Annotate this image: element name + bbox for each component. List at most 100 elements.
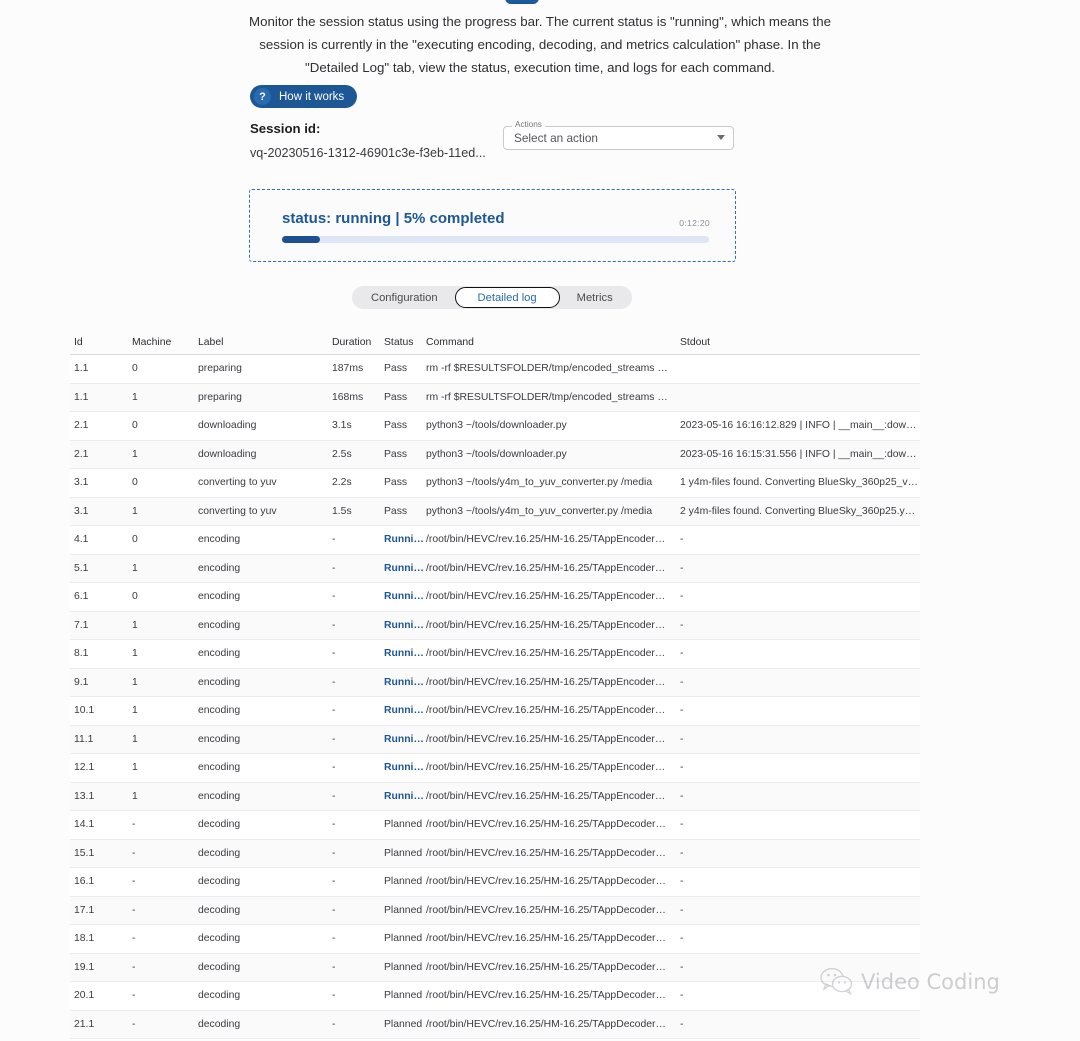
session-id-value: vq-20230516-1312-46901c3e-f3eb-11ed...: [250, 146, 486, 160]
cell-machine: 1: [132, 391, 138, 403]
cell-id: 20.1: [74, 990, 95, 1002]
table-row[interactable]: 6.1 0 encoding - Running/root/bin/HEVC/rev.1…: [70, 583, 920, 612]
cell-machine: 0: [132, 591, 138, 603]
table-row[interactable]: 2.1 0 downloading 3.1s Pass python3 ~/tools/d…: [70, 412, 920, 441]
cell-stdout: -: [680, 1018, 684, 1030]
cell-machine: -: [132, 961, 136, 973]
cell-command: /root/bin/HEVC/rev.16.25/HM-16.25/TAppEn…: [426, 648, 680, 660]
table-row[interactable]: 8.1 1 encoding - Running/root/bin/HEVC/rev.1…: [70, 640, 920, 669]
cell-command: /root/bin/HEVC/rev.16.25/HM-16.25/TAppEn…: [426, 619, 680, 631]
table-row[interactable]: 1.1 1 preparing 168ms Pass rm -rf $RESULTSFOL…: [70, 383, 920, 412]
cell-status: Planned: [384, 961, 423, 973]
actions-selected-value: Select an action: [514, 131, 598, 145]
cell-status: Planned: [384, 847, 423, 859]
cell-label: encoding: [198, 790, 241, 802]
table-row[interactable]: 17.1 - decoding - Planned/root/bin/HEVC/rev.…: [70, 896, 920, 925]
table-row[interactable]: 10.1 1 encoding - Running/root/bin/HEVC/rev.…: [70, 697, 920, 726]
actions-select[interactable]: Actions Select an action: [503, 120, 734, 150]
progress-bar-track: [282, 236, 709, 243]
table-row[interactable]: 9.1 1 encoding - Running/root/bin/HEVC/rev.1…: [70, 668, 920, 697]
table-row[interactable]: 13.1 1 encoding - Running/root/bin/HEVC/rev.…: [70, 782, 920, 811]
cell-label: decoding: [198, 876, 241, 888]
cell-id: 19.1: [74, 961, 95, 973]
table-row[interactable]: 14.1 - decoding - Planned/root/bin/HEVC/rev.…: [70, 811, 920, 840]
intro-paragraph: Monitor the session status using the pro…: [249, 14, 831, 75]
cell-machine: -: [132, 847, 136, 859]
cell-machine: 1: [132, 505, 138, 517]
cell-command: rm -rf $RESULTSFOLDER/tmp/encoded_stream…: [426, 391, 680, 403]
cell-id: 5.1: [74, 562, 89, 574]
table-row[interactable]: 3.1 1 converting to yuv 1.5s Pass python3 ~/t…: [70, 497, 920, 526]
cell-duration: -: [332, 876, 336, 888]
how-it-works-label: How it works: [279, 90, 345, 103]
cell-label: encoding: [198, 762, 241, 774]
cell-duration: 2.2s: [332, 477, 352, 489]
table-body: 1.1 0 preparing 187ms Pass rm -rf $RESULTSFOL…: [70, 355, 920, 1039]
cell-label: decoding: [198, 1018, 241, 1030]
cell-stdout: -: [680, 676, 684, 688]
cell-id: 6.1: [74, 591, 89, 603]
cell-duration: -: [332, 1018, 336, 1030]
how-it-works-button[interactable]: ? How it works: [250, 85, 358, 108]
table-row[interactable]: 1.1 0 preparing 187ms Pass rm -rf $RESULTSFOL…: [70, 355, 920, 384]
cell-duration: 168ms: [332, 391, 364, 403]
table-row[interactable]: 5.1 1 encoding - Running/root/bin/HEVC/rev.1…: [70, 554, 920, 583]
cell-command: rm -rf $RESULTSFOLDER/tmp/encoded_stream…: [426, 363, 680, 375]
cell-command: /root/bin/HEVC/rev.16.25/HM-16.25/TAppDe…: [426, 933, 680, 945]
cell-machine: 0: [132, 363, 138, 375]
cell-stdout: -: [680, 648, 684, 660]
table-row[interactable]: 15.1 - decoding - Planned/root/bin/HEVC/rev.…: [70, 839, 920, 868]
cell-label: downloading: [198, 448, 257, 460]
cell-duration: -: [332, 676, 336, 688]
cell-machine: -: [132, 990, 136, 1002]
table-row[interactable]: 11.1 1 encoding - Running/root/bin/HEVC/rev.…: [70, 725, 920, 754]
cell-id: 8.1: [74, 648, 89, 660]
cell-id: 18.1: [74, 933, 95, 945]
cell-machine: -: [132, 876, 136, 888]
cell-status: Pass: [384, 420, 408, 432]
cell-stdout: -: [680, 705, 684, 717]
table-row[interactable]: 16.1 - decoding - Planned/root/bin/HEVC/rev.…: [70, 868, 920, 897]
cell-id: 3.1: [74, 505, 89, 517]
chevron-down-icon[interactable]: [717, 135, 725, 140]
table-row[interactable]: 19.1 - decoding - Planned/root/bin/HEVC/rev.…: [70, 953, 920, 982]
cell-duration: -: [332, 534, 336, 546]
cell-status: Running: [384, 705, 426, 717]
table-row[interactable]: 12.1 1 encoding - Running/root/bin/HEVC/rev.…: [70, 754, 920, 783]
cell-duration: -: [332, 562, 336, 574]
cell-id: 17.1: [74, 904, 95, 916]
cell-id: 7.1: [74, 619, 89, 631]
cell-stdout: -: [680, 961, 684, 973]
table-row[interactable]: 2.1 1 downloading 2.5s Pass python3 ~/tools/d…: [70, 440, 920, 469]
cell-duration: -: [332, 933, 336, 945]
cell-stdout: -: [680, 591, 684, 603]
cell-duration: -: [332, 790, 336, 802]
progress-panel: status: running | 5% completed 0:12:20: [249, 189, 736, 262]
cell-label: encoding: [198, 733, 241, 745]
table-row[interactable]: 21.1 - decoding - Planned/root/bin/HEVC/rev.…: [70, 1010, 920, 1039]
table-row[interactable]: 18.1 - decoding - Planned/root/bin/HEVC/rev.…: [70, 925, 920, 954]
cell-command: /root/bin/HEVC/rev.16.25/HM-16.25/TAppDe…: [426, 961, 680, 973]
tab-configuration[interactable]: Configuration: [354, 288, 455, 307]
cell-status: Planned: [384, 876, 423, 888]
table-row[interactable]: 7.1 1 encoding - Running/root/bin/HEVC/rev.1…: [70, 611, 920, 640]
cell-label: decoding: [198, 847, 241, 859]
cell-duration: -: [332, 762, 336, 774]
cell-id: 21.1: [74, 1018, 95, 1030]
top-cutoff-element: [505, 0, 539, 4]
table-row[interactable]: 20.1 - decoding - Planned/root/bin/HEVC/rev.…: [70, 982, 920, 1011]
table-row[interactable]: 4.1 0 encoding - Running/root/bin/HEVC/rev.1…: [70, 526, 920, 555]
tab-detailed-log[interactable]: Detailed log: [454, 287, 560, 308]
cell-label: converting to yuv: [198, 505, 277, 517]
cell-duration: 2.5s: [332, 448, 352, 460]
cell-label: decoding: [198, 933, 241, 945]
cell-machine: 1: [132, 790, 138, 802]
tab-metrics[interactable]: Metrics: [560, 288, 630, 307]
page-root: Monitor the session status using the pro…: [0, 0, 1080, 1041]
cell-stdout: -: [680, 819, 684, 831]
cell-machine: 1: [132, 762, 138, 774]
cell-machine: 1: [132, 705, 138, 717]
cell-status: Running: [384, 762, 426, 774]
table-row[interactable]: 3.1 0 converting to yuv 2.2s Pass python3 ~/t…: [70, 469, 920, 498]
cell-stdout: -: [680, 762, 684, 774]
